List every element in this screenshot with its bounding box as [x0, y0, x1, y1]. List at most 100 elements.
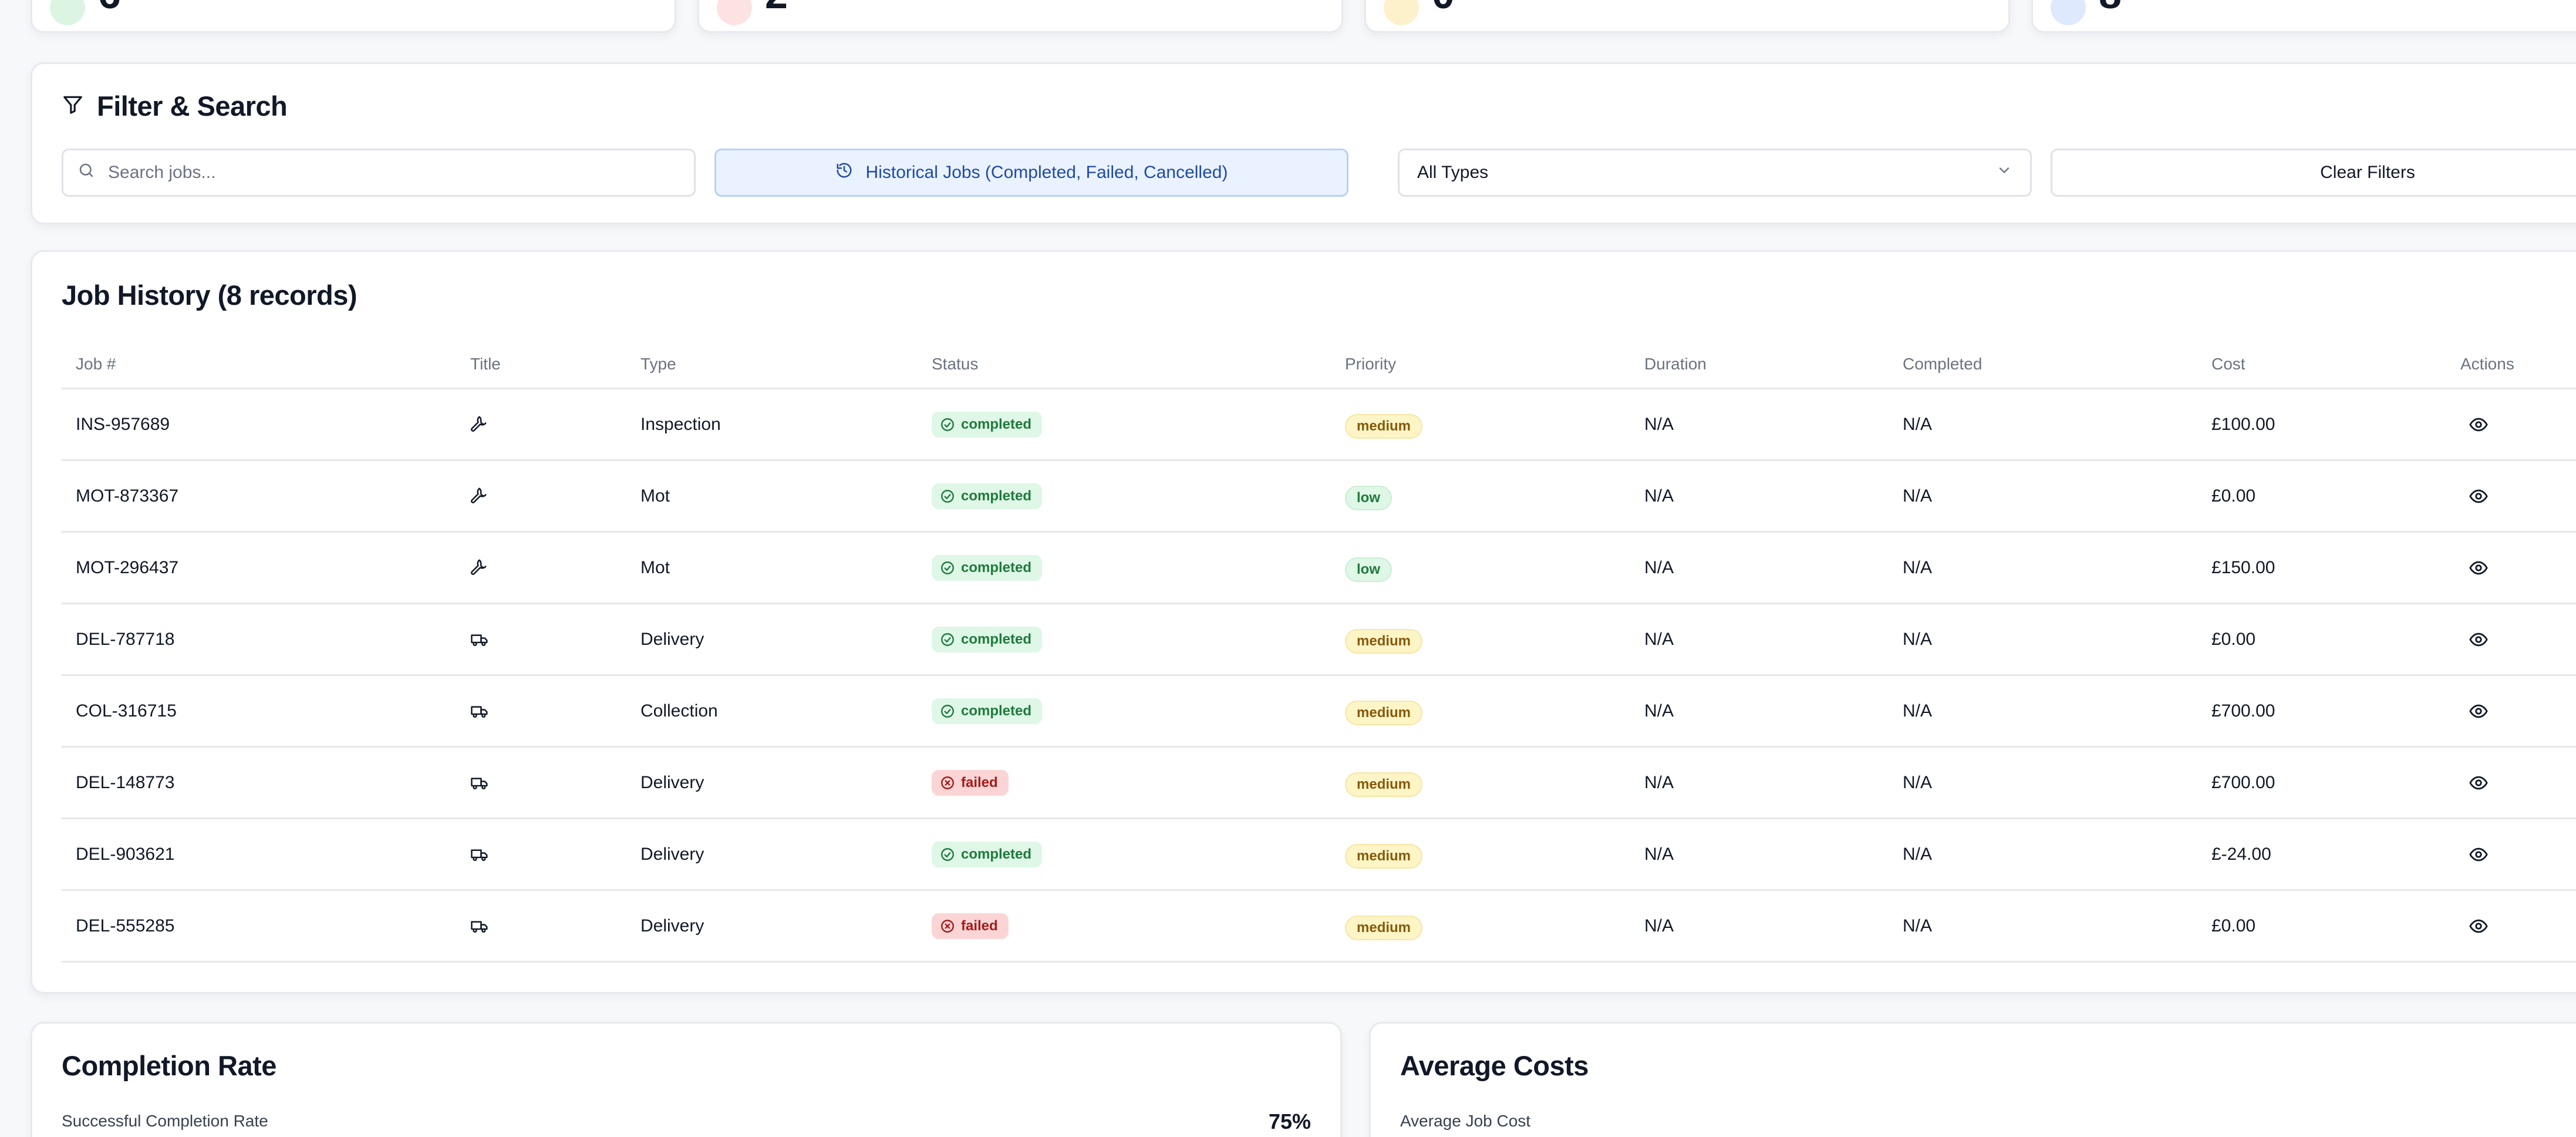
- stat-card-total: 8: [2031, 0, 2576, 33]
- job-cost: £0.00: [2211, 916, 2256, 936]
- table-row: MOT-873367 Mot completed low N/A N/A £0.00: [62, 461, 2576, 533]
- status-cell: failed: [932, 748, 1009, 818]
- status-cell: completed: [932, 819, 1043, 889]
- priority-cell: medium: [1345, 604, 1423, 674]
- view-job-button[interactable]: [2469, 891, 2489, 961]
- job-cost: £700.00: [2211, 701, 2275, 721]
- completed-date: N/A: [1903, 916, 1933, 936]
- column-header-job: Job #: [76, 354, 116, 373]
- completion-rate-card: Completion Rate Successful Completion Ra…: [31, 1022, 1342, 1137]
- job-type: Inspection: [640, 414, 721, 434]
- status-label: failed: [961, 917, 998, 934]
- check-circle-icon: [940, 560, 955, 576]
- duration: N/A: [1644, 772, 1674, 792]
- historical-jobs-label: Historical Jobs (Completed, Failed, Canc…: [865, 163, 1228, 182]
- status-badge: failed: [932, 769, 1009, 796]
- status-label: failed: [961, 774, 998, 790]
- job-cost: £0.00: [2211, 629, 2256, 649]
- job-number: MOT-296437: [76, 557, 179, 577]
- duration: N/A: [1644, 629, 1674, 649]
- filter-row: Historical Jobs (Completed, Failed, Canc…: [62, 149, 2576, 198]
- completion-rate-title: Completion Rate: [62, 1050, 277, 1081]
- column-header-completed: Completed: [1903, 354, 1982, 373]
- duration: N/A: [1644, 844, 1674, 864]
- status-badge: failed: [932, 913, 1009, 939]
- check-circle-icon: [940, 417, 955, 432]
- job-cost: £150.00: [2211, 557, 2275, 577]
- eye-icon: [2469, 916, 2489, 936]
- table-row: MOT-296437 Mot completed low N/A N/A £150.00: [62, 533, 2576, 604]
- filter-title: Filter & Search: [97, 90, 288, 122]
- status-cell: completed: [932, 676, 1043, 746]
- column-header-title: Title: [470, 354, 501, 373]
- clear-filters-button[interactable]: Clear Filters: [2051, 149, 2576, 197]
- status-cell: failed: [932, 891, 1009, 961]
- status-badge: completed: [932, 698, 1043, 724]
- job-history-table: Job # Title Type Status Priority Duratio…: [62, 340, 2576, 963]
- job-type: Delivery: [640, 772, 704, 792]
- job-cost: £-24.00: [2211, 844, 2271, 864]
- check-circle-icon: [940, 632, 955, 647]
- completion-rate-label: Successful Completion Rate: [62, 1112, 268, 1130]
- wrench-icon: [470, 533, 488, 603]
- status-label: completed: [961, 416, 1032, 432]
- status-label: completed: [961, 559, 1032, 576]
- truck-icon: [470, 748, 489, 818]
- duration: N/A: [1644, 486, 1674, 506]
- priority-badge: medium: [1345, 843, 1423, 869]
- priority-cell: medium: [1345, 748, 1423, 818]
- job-number: DEL-148773: [76, 772, 175, 792]
- completed-date: N/A: [1903, 701, 1933, 721]
- view-job-button[interactable]: [2469, 461, 2489, 531]
- job-type: Delivery: [640, 844, 704, 864]
- eye-icon: [2469, 773, 2489, 793]
- priority-badge: medium: [1345, 413, 1423, 439]
- average-costs-title: Average Costs: [1400, 1050, 1589, 1081]
- job-type: Mot: [640, 486, 670, 506]
- job-number: DEL-555285: [76, 916, 175, 936]
- type-select[interactable]: All Types: [1398, 149, 2032, 197]
- stat-icon-total: [2051, 0, 2086, 25]
- column-header-cost: Cost: [2211, 354, 2245, 373]
- view-job-button[interactable]: [2469, 676, 2489, 746]
- stat-card-cancelled: 0: [1364, 0, 2010, 33]
- duration: N/A: [1644, 916, 1674, 936]
- table-body: INS-957689 Inspection completed medium N/A N/…: [62, 389, 2576, 963]
- table-row: DEL-787718 Delivery completed medium N/A N/A £…: [62, 604, 2576, 676]
- duration: N/A: [1644, 414, 1674, 434]
- completed-date: N/A: [1903, 629, 1933, 649]
- view-job-button[interactable]: [2469, 748, 2489, 818]
- table-row: DEL-148773 Delivery failed medium N/A N/A £700…: [62, 748, 2576, 819]
- job-type: Collection: [640, 701, 718, 721]
- table-row: COL-316715 Collection completed medium N/A N/…: [62, 676, 2576, 748]
- table-row: DEL-903621 Delivery completed medium N/A N/A £…: [62, 819, 2576, 891]
- eye-icon: [2469, 701, 2489, 721]
- status-cell: completed: [932, 533, 1043, 603]
- search-input[interactable]: [108, 163, 636, 183]
- status-label: completed: [961, 631, 1032, 647]
- x-circle-icon: [940, 775, 955, 790]
- priority-badge: medium: [1345, 700, 1423, 725]
- completion-rate-value: 75%: [1268, 1109, 1311, 1133]
- duration: N/A: [1644, 557, 1674, 577]
- view-job-button[interactable]: [2469, 604, 2489, 674]
- view-job-button[interactable]: [2469, 533, 2489, 603]
- completed-date: N/A: [1903, 486, 1933, 506]
- view-job-button[interactable]: [2469, 819, 2489, 889]
- search-field[interactable]: [62, 149, 696, 197]
- job-history-card: Job History (8 records) Job # Title Type…: [31, 250, 2576, 994]
- duration: N/A: [1644, 701, 1674, 721]
- historical-jobs-toggle[interactable]: Historical Jobs (Completed, Failed, Canc…: [714, 149, 1348, 197]
- job-type: Delivery: [640, 916, 704, 936]
- job-history-title: Job History (8 records): [62, 280, 358, 311]
- truck-icon: [470, 604, 489, 674]
- filter-icon: [62, 93, 84, 119]
- job-number: INS-957689: [76, 414, 170, 434]
- type-select-value: All Types: [1417, 163, 1489, 182]
- x-circle-icon: [940, 919, 955, 934]
- view-job-button[interactable]: [2469, 389, 2489, 459]
- priority-badge: medium: [1345, 915, 1423, 940]
- completed-date: N/A: [1903, 414, 1933, 434]
- job-cost: £100.00: [2211, 414, 2275, 434]
- truck-icon: [470, 819, 489, 889]
